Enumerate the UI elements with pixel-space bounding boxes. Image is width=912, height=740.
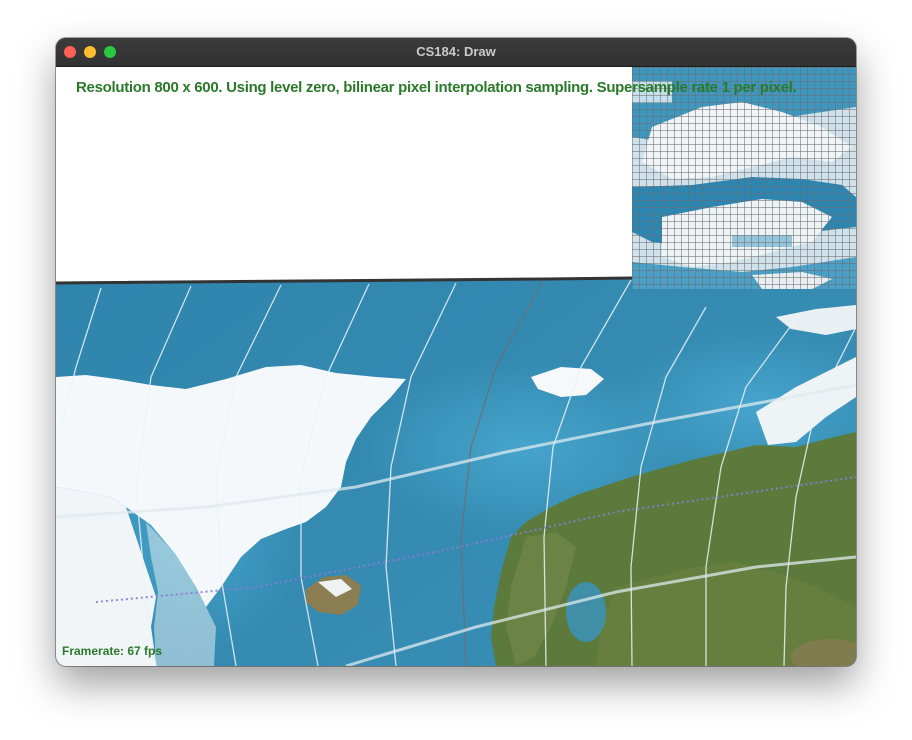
render-canvas[interactable]: Resolution 800 x 600. Using level zero, … [56,67,856,666]
baltic-gulf [566,582,606,642]
framerate-text: Framerate: 67 fps [62,644,163,658]
window-title: CS184: Draw [416,44,496,59]
app-window: CS184: Draw Resolution 800 x 600. Using … [56,38,856,666]
texture-border [56,67,632,284]
pixel-grid [632,67,856,289]
pixel-zoom-inspector [632,67,856,289]
title-bar[interactable]: CS184: Draw [56,38,856,67]
status-text: Resolution 800 x 600. Using level zero, … [76,79,797,96]
